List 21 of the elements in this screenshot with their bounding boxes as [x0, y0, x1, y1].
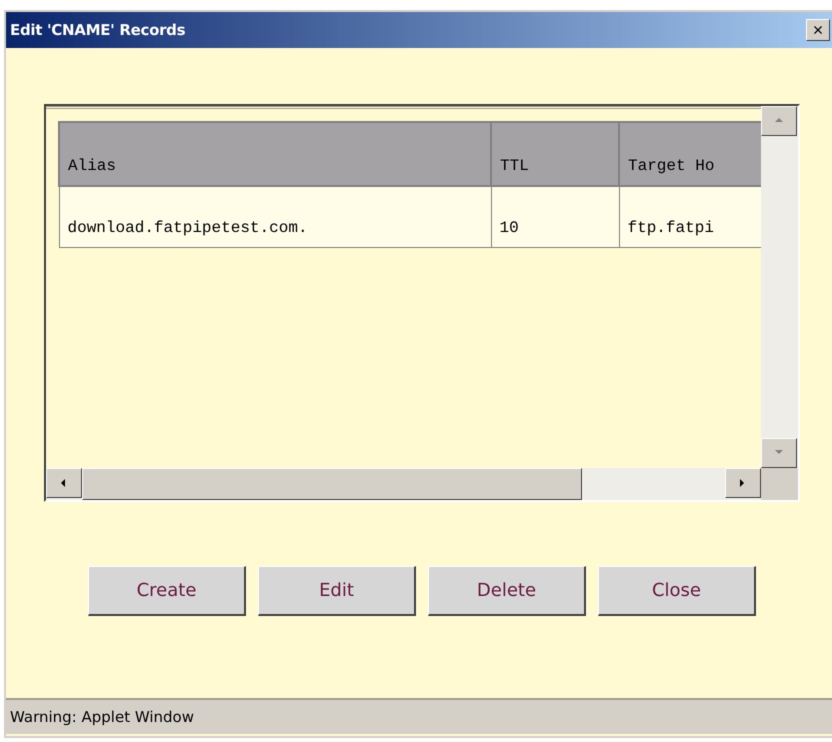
action-button[interactable]: Delete	[428, 566, 586, 616]
table-cell: download.fatpipetest.com.	[59, 186, 491, 248]
scroll-right-button[interactable]	[725, 468, 761, 498]
window-title: Edit 'CNAME' Records	[10, 21, 186, 39]
vertical-scrollbar[interactable]	[761, 106, 798, 468]
column-header[interactable]: Alias	[59, 122, 491, 186]
status-text: Warning: Applet Window	[10, 708, 194, 726]
action-button[interactable]: Create	[88, 566, 246, 616]
scroll-left-button[interactable]	[46, 468, 82, 498]
action-button[interactable]: Close	[598, 566, 756, 616]
column-header[interactable]: Target Ho	[619, 122, 761, 186]
scroll-up-button[interactable]	[761, 106, 797, 136]
scrollbar-corner	[761, 468, 798, 500]
horizontal-scrollbar[interactable]	[46, 468, 761, 500]
table-cell: ftp.fatpi	[619, 186, 761, 248]
column-header[interactable]: TTL	[491, 122, 619, 186]
table-cell: 10	[491, 186, 619, 248]
scroll-thumb[interactable]	[82, 468, 582, 500]
action-button[interactable]: Edit	[258, 566, 416, 616]
close-button[interactable]: ×	[806, 19, 830, 41]
scroll-down-button[interactable]	[761, 438, 797, 468]
